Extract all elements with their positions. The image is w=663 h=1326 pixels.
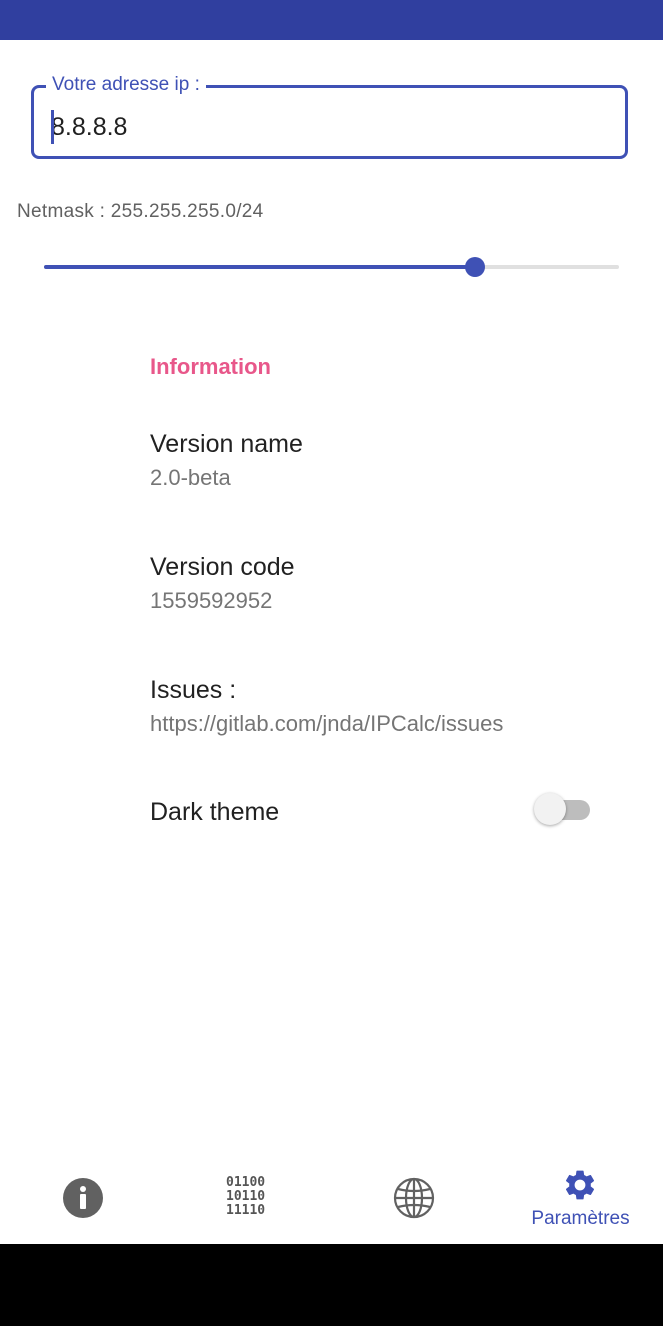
system-navigation-bar	[0, 1244, 663, 1326]
ip-address-input[interactable]: 8.8.8.8	[51, 112, 127, 142]
text-caret	[51, 110, 54, 144]
nav-tab-info[interactable]	[0, 1150, 165, 1244]
pref-title: Version name	[150, 430, 303, 458]
ip-address-field[interactable]: Votre adresse ip : 8.8.8.8	[31, 73, 628, 159]
netmask-slider-fill	[44, 265, 476, 269]
globe-icon	[393, 1177, 435, 1219]
nav-tab-binary[interactable]: 01100 10110 11110	[166, 1150, 331, 1244]
ip-address-label: Votre adresse ip :	[46, 73, 206, 97]
netmask-slider-thumb[interactable]	[465, 257, 486, 277]
dark-theme-switch-thumb[interactable]	[534, 793, 566, 825]
binary-icon: 01100 10110 11110	[226, 1175, 266, 1218]
gear-icon	[565, 1170, 595, 1200]
nav-tab-settings-label: Paramètres	[531, 1208, 630, 1229]
netmask-text: Netmask : 255.255.255.0/24	[17, 201, 264, 222]
nav-tab-network[interactable]	[332, 1150, 497, 1244]
pref-title: Dark theme	[150, 798, 280, 826]
pref-summary: https://gitlab.com/jnda/IPCalc/issues	[150, 711, 504, 736]
pref-title: Issues :	[150, 676, 237, 704]
nav-tab-settings[interactable]: Paramètres	[498, 1150, 663, 1244]
pref-summary: 2.0-beta	[150, 465, 231, 490]
pref-title: Version code	[150, 553, 295, 581]
netmask-slider[interactable]	[44, 265, 619, 269]
section-title-information: Information	[150, 354, 271, 379]
info-icon	[63, 1178, 103, 1218]
status-bar	[0, 0, 663, 40]
pref-summary: 1559592952	[150, 588, 273, 613]
bottom-navigation: 01100 10110 11110 Paramètres	[0, 1150, 663, 1244]
